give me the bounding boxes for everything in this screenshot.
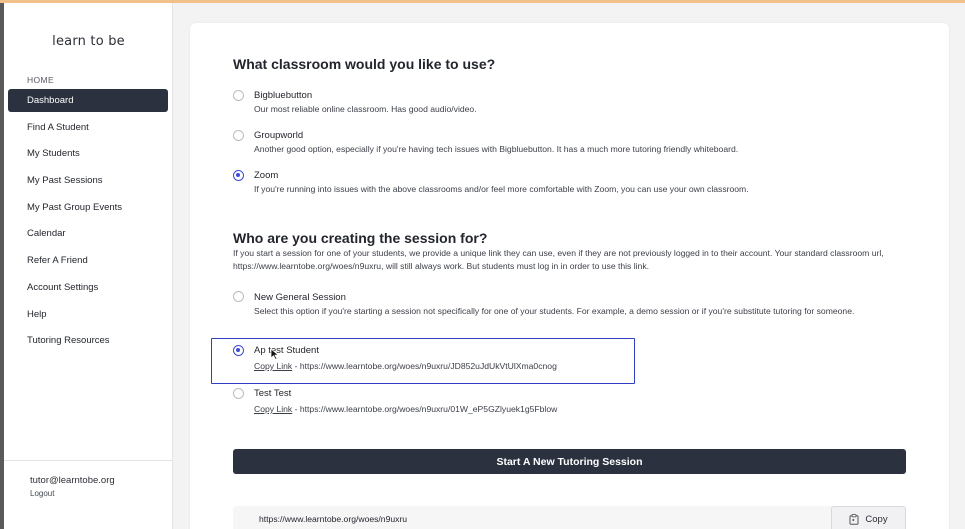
logout-link[interactable]: Logout bbox=[30, 489, 54, 498]
sidebar-item-find-a-student[interactable]: Find A Student bbox=[8, 116, 168, 139]
classroom-url: https://www.learntobe.org/woes/n9uxru bbox=[259, 514, 408, 524]
sidebar-divider bbox=[4, 460, 173, 461]
sidebar-item-account-settings[interactable]: Account Settings bbox=[8, 276, 168, 299]
radio-groupworld[interactable] bbox=[233, 130, 244, 141]
option-title-ap-test-student[interactable]: Ap test Student bbox=[254, 345, 319, 356]
sidebar: learn to be HOME Dashboard Find A Studen… bbox=[4, 3, 173, 529]
option-desc-zoom: If you're running into issues with the a… bbox=[254, 184, 749, 194]
sidebar-nav: Dashboard Find A Student My Students My … bbox=[8, 89, 168, 356]
sidebar-item-my-past-group-events[interactable]: My Past Group Events bbox=[8, 196, 168, 219]
session-setup-card: What classroom would you like to use? Bi… bbox=[190, 23, 949, 529]
radio-test-test[interactable] bbox=[233, 388, 244, 399]
student-link-url: - https://www.learntobe.org/woes/n9uxru/… bbox=[292, 361, 557, 371]
sidebar-item-my-past-sessions[interactable]: My Past Sessions bbox=[8, 169, 168, 192]
option-title-groupworld[interactable]: Groupworld bbox=[254, 130, 303, 141]
sidebar-item-dashboard[interactable]: Dashboard bbox=[8, 89, 168, 112]
sidebar-item-calendar[interactable]: Calendar bbox=[8, 222, 168, 245]
user-email: tutor@learntobe.org bbox=[30, 475, 115, 486]
classroom-heading: What classroom would you like to use? bbox=[233, 56, 496, 72]
option-desc-groupworld: Another good option, especially if you'r… bbox=[254, 144, 739, 154]
sidebar-item-my-students[interactable]: My Students bbox=[8, 142, 168, 165]
sidebar-item-refer-a-friend[interactable]: Refer A Friend bbox=[8, 249, 168, 272]
option-title-bigbluebutton[interactable]: Bigbluebutton bbox=[254, 90, 312, 101]
option-title-test-test[interactable]: Test Test bbox=[254, 388, 291, 399]
session-for-description: If you start a session for one of your s… bbox=[233, 248, 884, 271]
session-for-heading: Who are you creating the session for? bbox=[233, 230, 488, 246]
radio-new-general-session[interactable] bbox=[233, 291, 244, 302]
clipboard-icon bbox=[849, 513, 859, 525]
option-title-zoom[interactable]: Zoom bbox=[254, 170, 278, 181]
copy-link-ap-test-student[interactable]: Copy Link bbox=[254, 361, 292, 371]
classroom-url-bar: https://www.learntobe.org/woes/n9uxru Co… bbox=[233, 506, 906, 529]
sidebar-item-help[interactable]: Help bbox=[8, 303, 168, 326]
copy-link-test-test[interactable]: Copy Link bbox=[254, 404, 292, 414]
option-desc-bigbluebutton: Our most reliable online classroom. Has … bbox=[254, 104, 477, 114]
radio-bigbluebutton[interactable] bbox=[233, 90, 244, 101]
radio-ap-test-student[interactable] bbox=[233, 345, 244, 356]
section-label-home: HOME bbox=[27, 75, 55, 85]
student-link-row-test-test: Copy Link - https://www.learntobe.org/wo… bbox=[254, 404, 557, 414]
mouse-pointer-icon bbox=[270, 348, 280, 360]
option-title-new-general-session[interactable]: New General Session bbox=[254, 292, 346, 303]
option-desc-new-general-session: Select this option if you're starting a … bbox=[254, 306, 855, 316]
logo[interactable]: learn to be bbox=[4, 34, 173, 49]
copy-url-label: Copy bbox=[865, 513, 888, 525]
copy-url-button[interactable]: Copy bbox=[831, 506, 906, 529]
radio-zoom[interactable] bbox=[233, 170, 244, 181]
sidebar-item-tutoring-resources[interactable]: Tutoring Resources bbox=[8, 329, 168, 352]
student-link-row-ap-test: Copy Link - https://www.learntobe.org/wo… bbox=[254, 361, 557, 371]
start-tutoring-session-button[interactable]: Start A New Tutoring Session bbox=[233, 449, 906, 474]
student-link-url: - https://www.learntobe.org/woes/n9uxru/… bbox=[292, 404, 558, 414]
